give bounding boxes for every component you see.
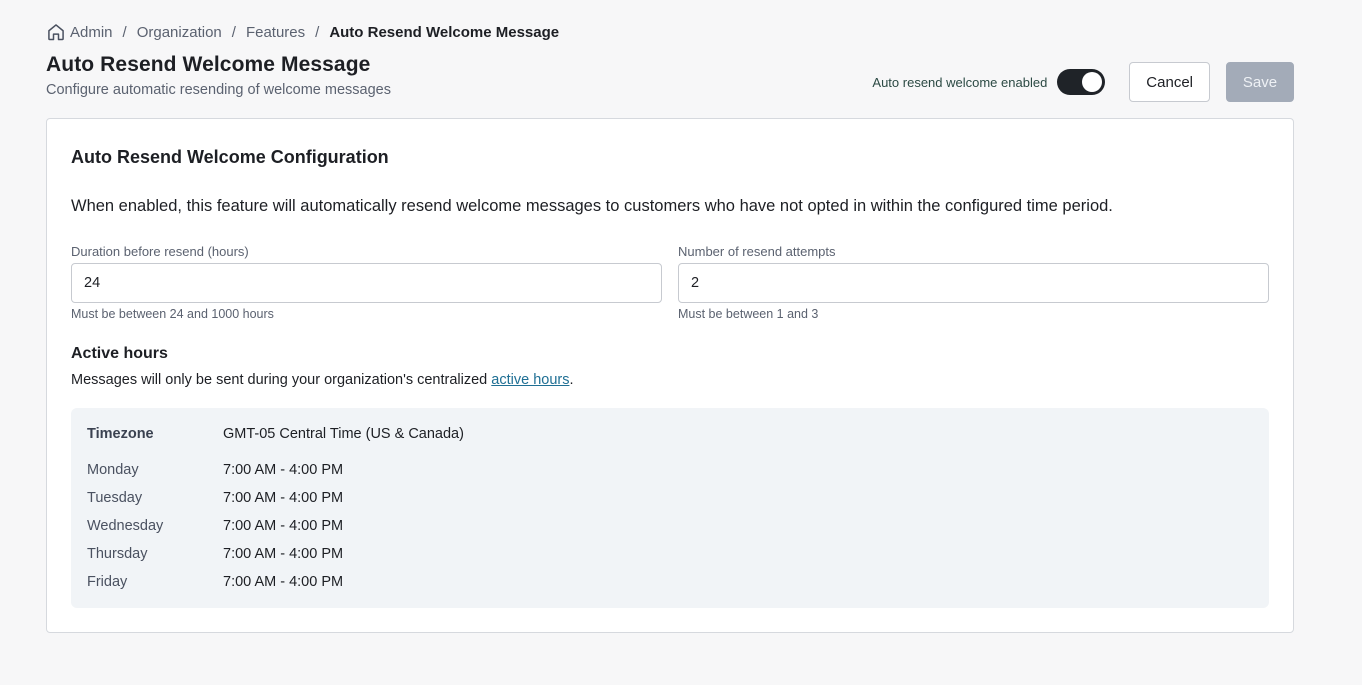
day-hours: 7:00 AM - 4:00 PM bbox=[223, 574, 344, 590]
day-label: Friday bbox=[87, 574, 128, 590]
day-label: Thursday bbox=[87, 546, 148, 562]
breadcrumb: Admin / Organization / Features / Auto R… bbox=[46, 22, 559, 42]
duration-field: Duration before resend (hours) Must be b… bbox=[71, 244, 662, 321]
attempts-input[interactable] bbox=[678, 263, 1269, 303]
cancel-button[interactable]: Cancel bbox=[1129, 62, 1210, 102]
card-description: When enabled, this feature will automati… bbox=[71, 197, 1113, 215]
toggle-knob bbox=[1082, 72, 1103, 92]
auto-resend-toggle[interactable] bbox=[1057, 69, 1106, 95]
home-icon bbox=[46, 22, 70, 42]
breadcrumb-item-current: Auto Resend Welcome Message bbox=[329, 23, 560, 41]
breadcrumb-separator: / bbox=[231, 23, 236, 41]
day-label: Tuesday bbox=[87, 490, 143, 506]
active-hours-desc-suffix: . bbox=[569, 372, 574, 388]
active-hours-desc-prefix: Messages will only be sent during your o… bbox=[71, 372, 492, 388]
breadcrumb-label: Admin bbox=[70, 23, 113, 41]
duration-hint: Must be between 24 and 1000 hours bbox=[71, 307, 274, 321]
toggle-label: Auto resend welcome enabled bbox=[872, 74, 1048, 90]
day-hours: 7:00 AM - 4:00 PM bbox=[223, 490, 344, 506]
page-title: Auto Resend Welcome Message bbox=[46, 53, 371, 76]
active-hours-title: Active hours bbox=[71, 345, 168, 362]
active-hours-panel: Timezone GMT-05 Central Time (US & Canad… bbox=[71, 408, 1269, 608]
configuration-card: Auto Resend Welcome Configuration When e… bbox=[46, 118, 1294, 633]
attempts-field: Number of resend attempts Must be betwee… bbox=[678, 244, 1269, 321]
breadcrumb-separator: / bbox=[315, 23, 320, 41]
day-label: Wednesday bbox=[87, 518, 164, 534]
attempts-hint: Must be between 1 and 3 bbox=[678, 307, 819, 321]
active-hours-description: Messages will only be sent during your o… bbox=[71, 372, 574, 388]
breadcrumb-item-features[interactable]: Features bbox=[246, 24, 305, 41]
breadcrumb-item-organization[interactable]: Organization bbox=[137, 24, 222, 41]
day-hours: 7:00 AM - 4:00 PM bbox=[223, 518, 344, 534]
breadcrumb-item-admin[interactable]: Admin bbox=[46, 22, 113, 42]
duration-input[interactable] bbox=[71, 263, 662, 303]
duration-label: Duration before resend (hours) bbox=[71, 244, 249, 259]
page-subtitle: Configure automatic resending of welcome… bbox=[46, 82, 391, 98]
timezone-label: Timezone bbox=[87, 426, 154, 442]
day-label: Monday bbox=[87, 462, 139, 478]
breadcrumb-separator: / bbox=[122, 23, 127, 41]
save-button[interactable]: Save bbox=[1226, 62, 1294, 102]
timezone-value: GMT-05 Central Time (US & Canada) bbox=[223, 426, 464, 442]
day-hours: 7:00 AM - 4:00 PM bbox=[223, 462, 344, 478]
day-hours: 7:00 AM - 4:00 PM bbox=[223, 546, 344, 562]
active-hours-link[interactable]: active hours bbox=[491, 372, 569, 388]
header-actions: Auto resend welcome enabled Cancel Save bbox=[872, 62, 1294, 102]
card-title: Auto Resend Welcome Configuration bbox=[71, 147, 389, 167]
attempts-label: Number of resend attempts bbox=[678, 244, 836, 259]
